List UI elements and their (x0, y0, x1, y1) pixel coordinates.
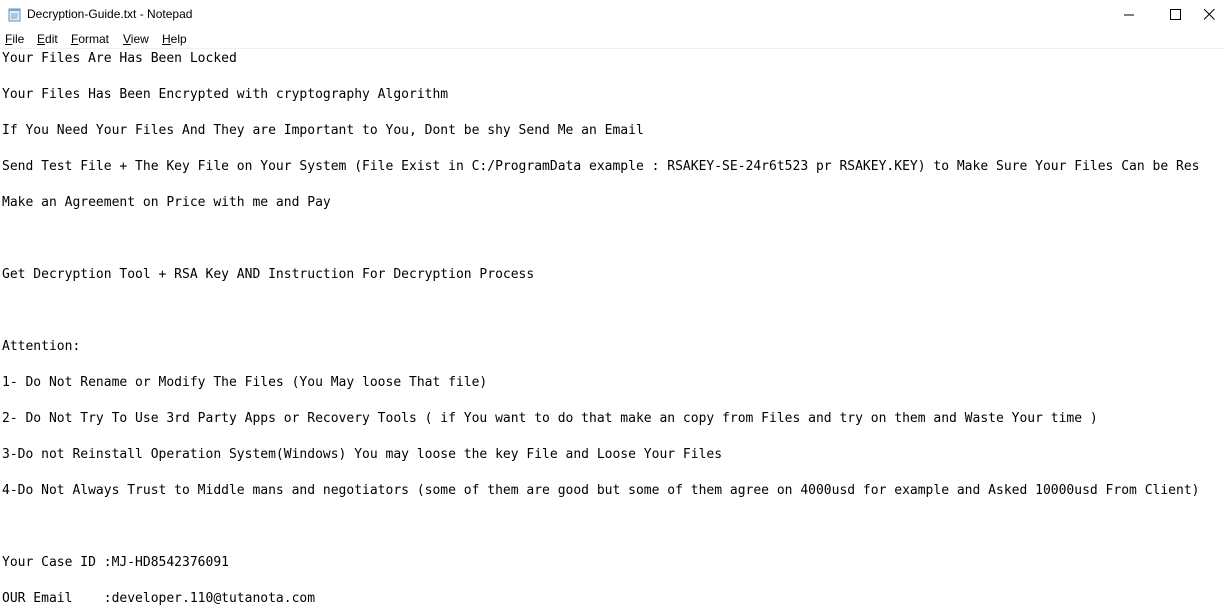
menu-edit[interactable]: Edit (37, 32, 58, 47)
menu-format[interactable]: Format (71, 32, 109, 47)
menu-view[interactable]: View (123, 32, 149, 47)
maximize-icon (1170, 9, 1181, 20)
maximize-button[interactable] (1152, 0, 1198, 30)
document-line: 2- Do Not Try To Use 3rd Party Apps or R… (2, 411, 1098, 426)
close-button[interactable] (1198, 0, 1224, 30)
minimize-icon (1124, 14, 1134, 16)
minimize-button[interactable] (1106, 0, 1152, 30)
document-line: Make an Agreement on Price with me and P… (2, 195, 331, 210)
menu-file[interactable]: File (5, 32, 24, 47)
text-editor-area[interactable]: Your Files Are Has Been Locked Your Files… (0, 49, 1224, 614)
menu-help[interactable]: Help (162, 32, 187, 47)
document-line: 4-Do Not Always Trust to Middle mans and… (2, 483, 1200, 498)
notepad-window: Decryption-Guide.txt - Notepad File Edit… (0, 0, 1224, 614)
document-line: Your Files Has Been Encrypted with crypt… (2, 87, 449, 102)
document-line: Your Files Are Has Been Locked (2, 51, 237, 66)
notepad-icon (8, 7, 22, 22)
document-line: 3-Do not Reinstall Operation System(Wind… (2, 447, 723, 462)
window-title: Decryption-Guide.txt - Notepad (27, 7, 193, 21)
document-line: Your Case ID :MJ-HD8542376091 (2, 555, 229, 570)
close-icon (1204, 9, 1215, 20)
document-line: OUR Email :developer.110@tutanota.com (2, 591, 316, 606)
title-bar[interactable]: Decryption-Guide.txt - Notepad (0, 0, 1224, 30)
document-line: Get Decryption Tool + RSA Key AND Instru… (2, 267, 535, 282)
document-line: Attention: (2, 339, 81, 354)
menu-bar: File Edit Format View Help (0, 30, 1224, 49)
document-line: If You Need Your Files And They are Impo… (2, 123, 644, 138)
document-line: 1- Do Not Rename or Modify The Files (Yo… (2, 375, 488, 390)
document-line: Send Test File + The Key File on Your Sy… (2, 159, 1200, 174)
